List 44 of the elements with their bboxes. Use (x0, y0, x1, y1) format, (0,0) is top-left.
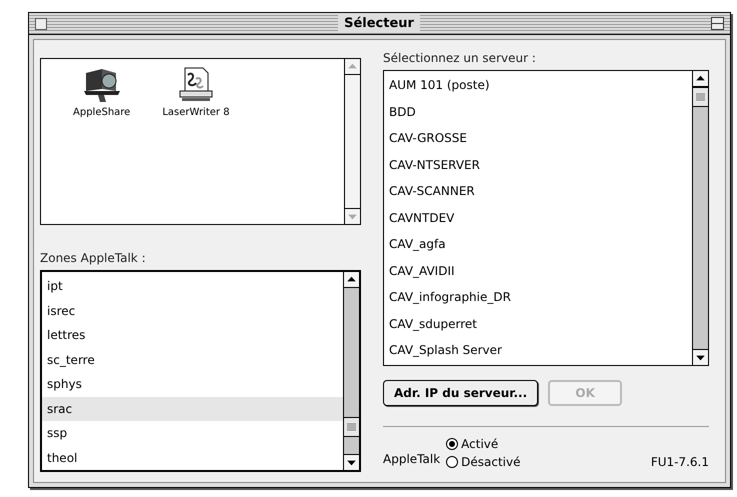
title-bar[interactable]: Sélecteur (29, 13, 730, 35)
server-item[interactable]: CAVNTDEV (384, 204, 692, 231)
grip-icon (347, 423, 356, 432)
device-item[interactable]: AppleShare (71, 67, 132, 120)
zone-item[interactable]: sphys (42, 372, 343, 396)
scroll-thumb[interactable] (693, 87, 708, 107)
close-box[interactable] (35, 18, 47, 30)
zones-label: Zones AppleTalk : (40, 250, 147, 267)
server-item[interactable]: CAV_Splash Server (384, 337, 692, 364)
device-item[interactable]: LaserWriter 8 (160, 67, 232, 120)
grip-icon (696, 93, 705, 101)
server-item[interactable]: CAV-GROSSE (384, 125, 692, 152)
radio-button[interactable] (446, 438, 458, 450)
server-item[interactable]: CAV_infographie_DR (384, 284, 692, 310)
device-label: AppleShare (73, 106, 130, 120)
folder-globe-icon (82, 67, 122, 103)
zone-item[interactable]: ipt (42, 274, 343, 298)
servers-label: Sélectionnez un serveur : (383, 50, 537, 67)
server-item[interactable]: AUM 101 (poste) (384, 72, 692, 98)
radio-button[interactable] (446, 456, 458, 468)
server-item[interactable]: CAV_agfa (384, 231, 692, 258)
zone-item[interactable]: isrec (42, 298, 343, 323)
radio-option[interactable]: Désactivé (446, 453, 520, 471)
version-label: FU1-7.6.1 (650, 454, 709, 471)
server-item[interactable]: CAV-NTSERVER (384, 152, 692, 178)
zone-item[interactable]: theol (42, 446, 343, 470)
server-item[interactable]: BDD (384, 98, 692, 125)
scrollbar[interactable] (692, 71, 708, 365)
scrollbar[interactable] (343, 272, 359, 470)
server-item[interactable]: CAV-SCANNER (384, 178, 692, 204)
window-title: Sélecteur (338, 14, 420, 34)
scrollbar[interactable] (344, 59, 360, 224)
zone-item[interactable]: srac (42, 396, 343, 421)
zone-item[interactable]: ssp (42, 421, 343, 446)
device-label: LaserWriter 8 (162, 106, 230, 120)
appletalk-label: AppleTalk (383, 451, 440, 468)
radio-option[interactable]: Activé (446, 435, 520, 453)
zone-item[interactable]: lettres (42, 323, 343, 348)
server-item[interactable]: CAV_AVIDII (384, 258, 692, 284)
server-ip-button[interactable]: Adr. IP du serveur... (383, 380, 538, 406)
server-item[interactable]: CAV_sduperret (384, 310, 692, 337)
scroll-thumb[interactable] (344, 417, 359, 438)
collapse-box-icon[interactable] (711, 17, 724, 30)
zone-item[interactable]: sc_terre (42, 348, 343, 372)
